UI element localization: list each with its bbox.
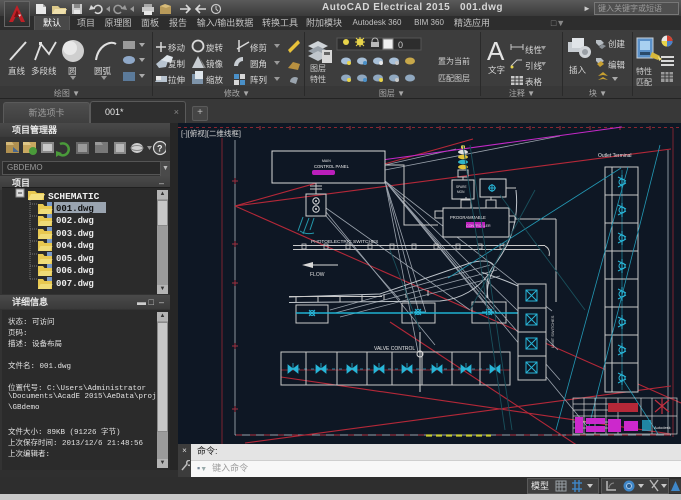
- svg-text:004.dwg: 004.dwg: [56, 241, 94, 251]
- svg-text:003.dwg: 003.dwg: [56, 229, 94, 239]
- svg-text:SCHEMATIC: SCHEMATIC: [48, 191, 100, 202]
- svg-text:0: 0: [398, 40, 403, 50]
- svg-text:001.dwg: 001.dwg: [56, 204, 94, 214]
- svg-text:CONTROL PANEL: CONTROL PANEL: [314, 164, 350, 169]
- svg-text:Outlet Terminal: Outlet Terminal: [598, 153, 632, 159]
- svg-text:A: A: [487, 36, 505, 66]
- svg-text:CONTROLLER: CONTROLLER: [466, 224, 491, 228]
- svg-text:MON: MON: [457, 190, 465, 194]
- svg-text:SPARE: SPARE: [456, 185, 467, 189]
- svg-text:002.dwg: 002.dwg: [56, 216, 94, 226]
- svg-text:005.dwg: 005.dwg: [56, 254, 94, 264]
- svg-text:LIMIT SWITCHES: LIMIT SWITCHES: [550, 315, 555, 348]
- svg-text:007.dwg: 007.dwg: [56, 279, 94, 289]
- svg-text:[-][俯视][二维线框]: [-][俯视][二维线框]: [181, 128, 241, 138]
- svg-text:Autodesk: Autodesk: [654, 425, 671, 430]
- svg-text:006.dwg: 006.dwg: [56, 266, 94, 276]
- svg-text:VALVE CONTROL: VALVE CONTROL: [374, 346, 415, 352]
- svg-text:MAIN: MAIN: [322, 159, 331, 163]
- svg-text:FLOW: FLOW: [310, 272, 325, 278]
- svg-text:模型: 模型: [531, 481, 549, 491]
- svg-text:?: ?: [157, 144, 163, 154]
